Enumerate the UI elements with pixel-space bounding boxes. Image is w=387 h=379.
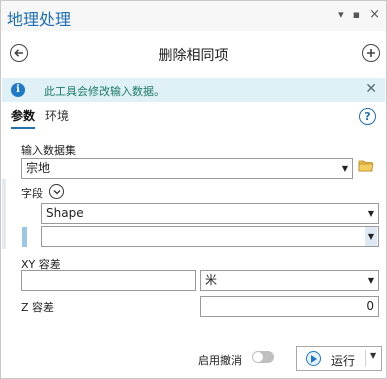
folder-icon[interactable] xyxy=(358,159,374,172)
tab-parameters[interactable]: 参数 xyxy=(11,107,36,129)
fields-group-indicator xyxy=(2,179,6,249)
xy-tolerance-unit: 米 xyxy=(205,273,218,287)
run-button[interactable]: 运行 ▼ xyxy=(296,346,382,371)
chevron-down-icon xyxy=(53,189,60,194)
chevron-down-icon: ▼ xyxy=(364,227,377,246)
z-tolerance-input[interactable]: 0 xyxy=(200,296,379,317)
xy-tolerance-input[interactable] xyxy=(21,270,196,291)
pane-controls: ▾ ▪ × xyxy=(338,8,380,21)
field-row-1-value: Shape xyxy=(46,206,84,220)
pane-title: 地理处理 xyxy=(7,10,72,29)
pin-icon[interactable]: ▪ xyxy=(353,9,360,21)
input-dataset-value: 宗地 xyxy=(26,161,51,175)
info-banner-text: 此工具会修改输入数据。 xyxy=(44,85,165,98)
enable-undo-toggle[interactable] xyxy=(252,351,274,363)
z-tolerance-value: 0 xyxy=(366,299,374,313)
tool-header: 删除相同项 xyxy=(1,31,386,75)
fields-label: 字段 xyxy=(21,187,43,200)
xy-tolerance-unit-dropdown[interactable]: 米 ▼ xyxy=(200,270,379,291)
play-icon xyxy=(306,351,321,366)
tab-bar: 参数 环境 xyxy=(11,107,69,129)
plus-icon xyxy=(367,49,375,57)
field-row-2-dropdown[interactable]: ▼ xyxy=(41,226,379,247)
pane-title-bar: 地理处理 ▾ ▪ × xyxy=(1,1,386,31)
enable-undo-label: 启用撤消 xyxy=(198,354,242,367)
help-icon[interactable]: ? xyxy=(359,108,376,125)
chevron-down-icon: ▼ xyxy=(367,209,374,218)
field-row-1-dropdown[interactable]: Shape ▼ xyxy=(41,203,379,224)
tool-title: 删除相同项 xyxy=(158,48,229,64)
close-icon[interactable]: × xyxy=(369,8,380,21)
dropdown-icon[interactable]: ▾ xyxy=(338,9,344,21)
run-button-label: 运行 xyxy=(331,354,356,368)
info-banner: i 此工具会修改输入数据。 ✕ xyxy=(2,78,385,102)
close-banner-icon[interactable]: ✕ xyxy=(365,81,377,97)
chevron-down-icon: ▼ xyxy=(367,276,374,285)
geoprocessing-pane: 地理处理 ▾ ▪ × 删除相同项 i 此工具会修改输入数据。 ✕ 参数 环境 ? xyxy=(0,0,387,379)
chevron-down-icon: ▼ xyxy=(341,164,348,173)
info-icon: i xyxy=(11,83,25,97)
input-dataset-label: 输入数据集 xyxy=(21,144,76,157)
z-tolerance-label: Z 容差 xyxy=(21,301,55,314)
run-options-dropdown-icon[interactable]: ▼ xyxy=(370,351,376,360)
add-button[interactable] xyxy=(362,44,380,62)
run-button-divider xyxy=(365,350,366,367)
input-dataset-dropdown[interactable]: 宗地 ▼ xyxy=(21,158,353,179)
expand-fields-button[interactable] xyxy=(49,184,64,199)
toggle-knob xyxy=(253,352,263,362)
tab-environments[interactable]: 环境 xyxy=(45,107,69,129)
row-selector[interactable] xyxy=(22,227,27,247)
